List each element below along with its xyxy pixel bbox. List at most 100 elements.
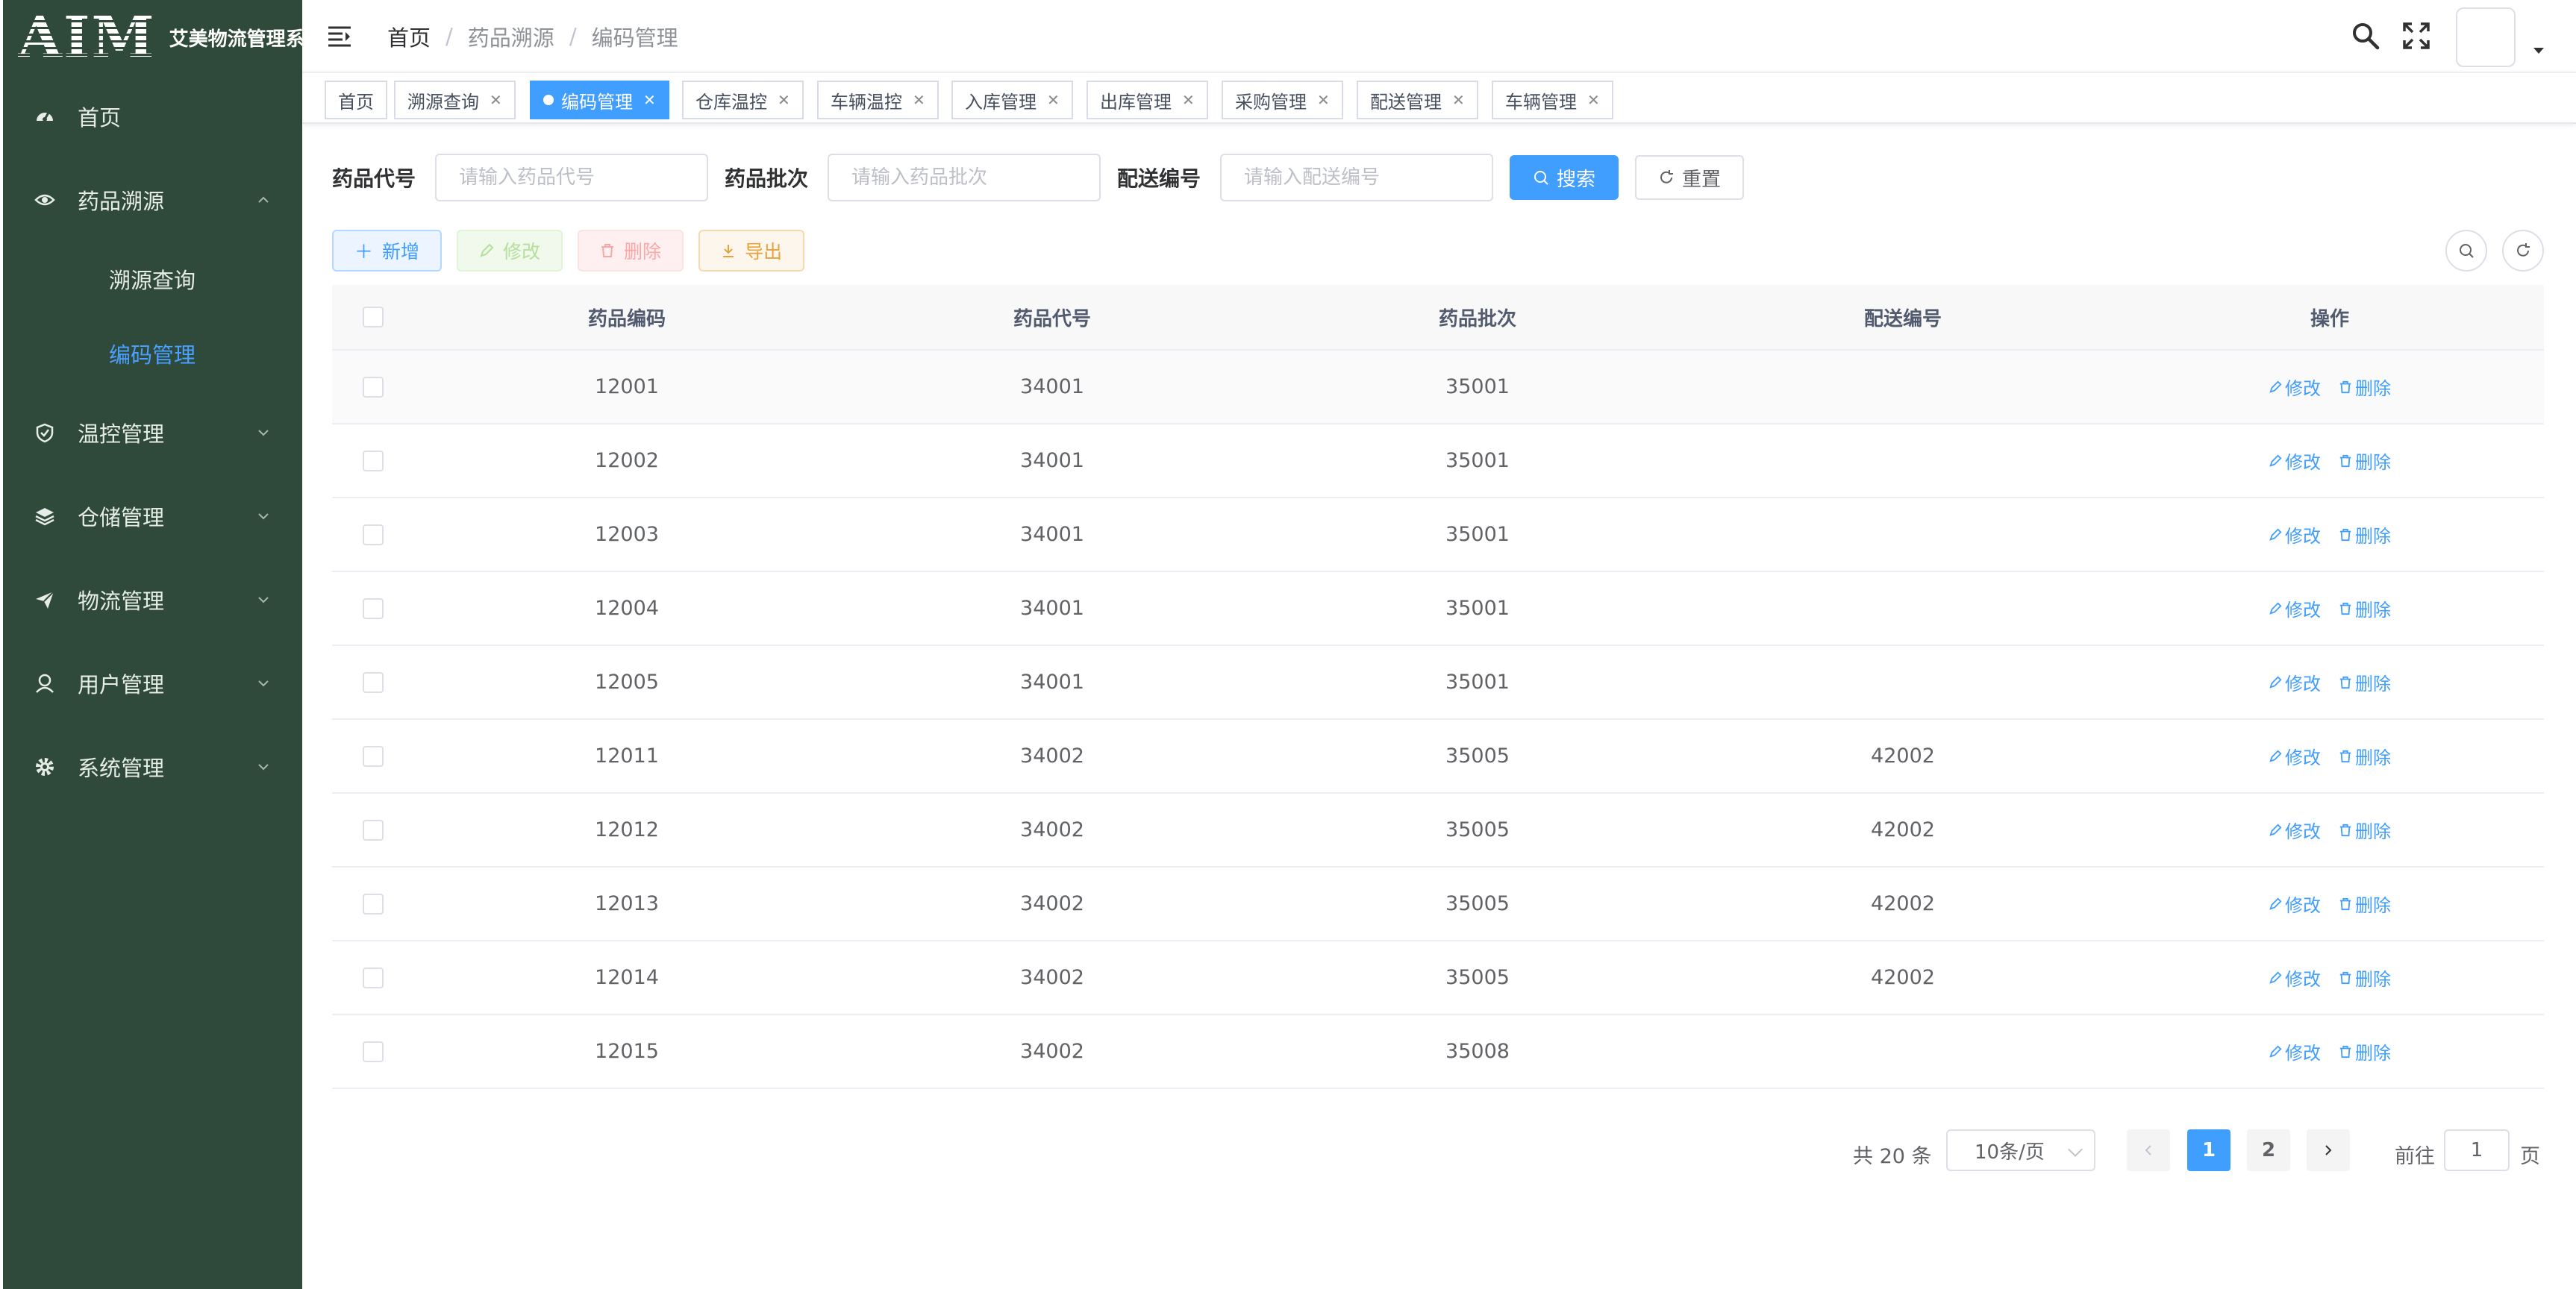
row-delete-link[interactable]: 删除 — [2339, 374, 2391, 400]
row-edit-link[interactable]: 修改 — [2269, 374, 2321, 400]
close-icon[interactable]: ✕ — [1047, 91, 1060, 109]
tag-inbound[interactable]: 入库管理 ✕ — [951, 81, 1073, 119]
row-checkbox[interactable] — [363, 819, 384, 841]
row-delete-link[interactable]: 删除 — [2339, 817, 2391, 843]
row-edit-link[interactable]: 修改 — [2269, 965, 2321, 991]
table-row[interactable]: 12012 34002 35005 42002 修改 删除 — [332, 794, 2544, 868]
row-delete-link[interactable]: 删除 — [2339, 595, 2391, 621]
tag-purchase[interactable]: 采购管理 ✕ — [1222, 81, 1343, 119]
caret-down-icon[interactable] — [2533, 48, 2544, 54]
table-row[interactable]: 12003 34001 35001 修改 删除 — [332, 498, 2544, 572]
row-delete-link[interactable]: 删除 — [2339, 965, 2391, 991]
row-checkbox[interactable] — [363, 1041, 384, 1062]
row-checkbox[interactable] — [363, 376, 384, 398]
page-size-select[interactable]: 10条/页 — [1946, 1129, 2095, 1171]
tag-warehouse-temp[interactable]: 仓库温控 ✕ — [682, 81, 804, 119]
tag-vehicle[interactable]: 车辆管理 ✕ — [1492, 81, 1613, 119]
next-page-button[interactable] — [2307, 1129, 2350, 1171]
table-row[interactable]: 12011 34002 35005 42002 修改 删除 — [332, 720, 2544, 794]
refresh-button[interactable] — [2502, 230, 2544, 272]
page-button-1[interactable]: 1 — [2187, 1129, 2230, 1171]
row-checkbox[interactable] — [363, 598, 384, 619]
close-icon[interactable]: ✕ — [1452, 91, 1465, 109]
row-checkbox[interactable] — [363, 524, 384, 545]
trash-icon — [2339, 454, 2351, 467]
row-delete-link[interactable]: 删除 — [2339, 743, 2391, 769]
row-checkbox[interactable] — [363, 450, 384, 471]
sidebar-item-warehouse[interactable]: 仓储管理 — [3, 474, 302, 558]
row-edit-link[interactable]: 修改 — [2269, 817, 2321, 843]
close-icon[interactable]: ✕ — [1182, 91, 1195, 109]
edit-button[interactable]: 修改 — [457, 230, 563, 272]
logo[interactable]: AIM 艾美物流管理系统 — [3, 0, 325, 75]
table-row[interactable]: 12004 34001 35001 修改 删除 — [332, 572, 2544, 646]
breadcrumb-home[interactable]: 首页 — [387, 21, 431, 52]
row-edit-link[interactable]: 修改 — [2269, 669, 2321, 695]
export-button[interactable]: 导出 — [698, 230, 805, 272]
prev-page-button[interactable] — [2127, 1129, 2170, 1171]
search-button[interactable]: 搜索 — [1510, 155, 1619, 200]
close-icon[interactable]: ✕ — [490, 91, 502, 109]
goto-page-input[interactable] — [2444, 1129, 2510, 1171]
edit-icon — [2269, 1045, 2282, 1058]
table-row[interactable]: 12002 34001 35001 修改 删除 — [332, 424, 2544, 498]
table-row[interactable]: 12015 34002 35008 修改 删除 — [332, 1015, 2544, 1089]
row-edit-link[interactable]: 修改 — [2269, 521, 2321, 548]
close-icon[interactable]: ✕ — [1587, 91, 1600, 109]
search-icon[interactable] — [2351, 21, 2380, 51]
row-edit-link[interactable]: 修改 — [2269, 1038, 2321, 1064]
row-edit-link[interactable]: 修改 — [2269, 743, 2321, 769]
close-icon[interactable]: ✕ — [1317, 91, 1330, 109]
row-delete-link[interactable]: 删除 — [2339, 891, 2391, 917]
sidebar-item-users[interactable]: 用户管理 — [3, 642, 302, 725]
hamburger-icon[interactable] — [326, 22, 353, 49]
delete-button[interactable]: 删除 — [578, 230, 684, 272]
row-select-cell — [332, 671, 414, 693]
reset-button[interactable]: 重置 — [1635, 155, 1745, 200]
select-all-checkbox[interactable] — [363, 307, 384, 327]
row-edit-link[interactable]: 修改 — [2269, 595, 2321, 621]
row-checkbox[interactable] — [363, 745, 384, 767]
tag-home[interactable]: 首页 — [325, 81, 387, 119]
sidebar-item-drug-trace[interactable]: 药品溯源 — [3, 158, 302, 242]
breadcrumb-current: 编码管理 — [591, 25, 678, 51]
avatar[interactable] — [2456, 7, 2516, 67]
close-icon[interactable]: ✕ — [643, 91, 656, 109]
close-icon[interactable]: ✕ — [913, 91, 925, 109]
table-row[interactable]: 12001 34001 35001 修改 删除 — [332, 351, 2544, 424]
row-delete-label: 删除 — [2355, 378, 2391, 399]
sidebar-item-temp-control[interactable]: 温控管理 — [3, 391, 302, 474]
sidebar-item-trace-query[interactable]: 溯源查询 — [3, 242, 302, 316]
sidebar-item-logistics[interactable]: 物流管理 — [3, 558, 302, 642]
table-row[interactable]: 12013 34002 35005 42002 修改 删除 — [332, 868, 2544, 941]
page-button-2[interactable]: 2 — [2247, 1129, 2290, 1171]
cell-actions: 修改 删除 — [2116, 743, 2544, 769]
row-delete-link[interactable]: 删除 — [2339, 669, 2391, 695]
row-delete-link[interactable]: 删除 — [2339, 1038, 2391, 1064]
row-checkbox[interactable] — [363, 671, 384, 693]
fullscreen-icon[interactable] — [2401, 21, 2431, 51]
batch-input[interactable] — [828, 154, 1101, 201]
add-button[interactable]: ＋ 新增 — [332, 230, 443, 272]
drug-code-input[interactable] — [435, 154, 709, 201]
row-edit-label: 修改 — [2285, 747, 2321, 768]
tag-outbound[interactable]: 出库管理 ✕ — [1087, 81, 1208, 119]
row-checkbox[interactable] — [363, 967, 384, 988]
tag-vehicle-temp[interactable]: 车辆温控 ✕ — [817, 81, 939, 119]
sidebar-item-system[interactable]: 系统管理 — [3, 725, 302, 809]
tag-delivery[interactable]: 配送管理 ✕ — [1357, 81, 1478, 119]
row-checkbox[interactable] — [363, 893, 384, 915]
table-row[interactable]: 12005 34001 35001 修改 删除 — [332, 646, 2544, 720]
tag-trace-query[interactable]: 溯源查询 ✕ — [394, 81, 516, 119]
sidebar-item-home[interactable]: 首页 — [3, 75, 302, 158]
table-row[interactable]: 12014 34002 35005 42002 修改 删除 — [332, 941, 2544, 1015]
row-edit-link[interactable]: 修改 — [2269, 891, 2321, 917]
row-delete-link[interactable]: 删除 — [2339, 448, 2391, 474]
toggle-search-button[interactable] — [2445, 230, 2487, 272]
row-edit-link[interactable]: 修改 — [2269, 448, 2321, 474]
tag-code-management[interactable]: 编码管理 ✕ — [530, 81, 669, 119]
close-icon[interactable]: ✕ — [778, 91, 790, 109]
delivery-input[interactable] — [1220, 154, 1494, 201]
row-delete-link[interactable]: 删除 — [2339, 521, 2391, 548]
sidebar-item-code-management[interactable]: 编码管理 — [3, 316, 302, 391]
